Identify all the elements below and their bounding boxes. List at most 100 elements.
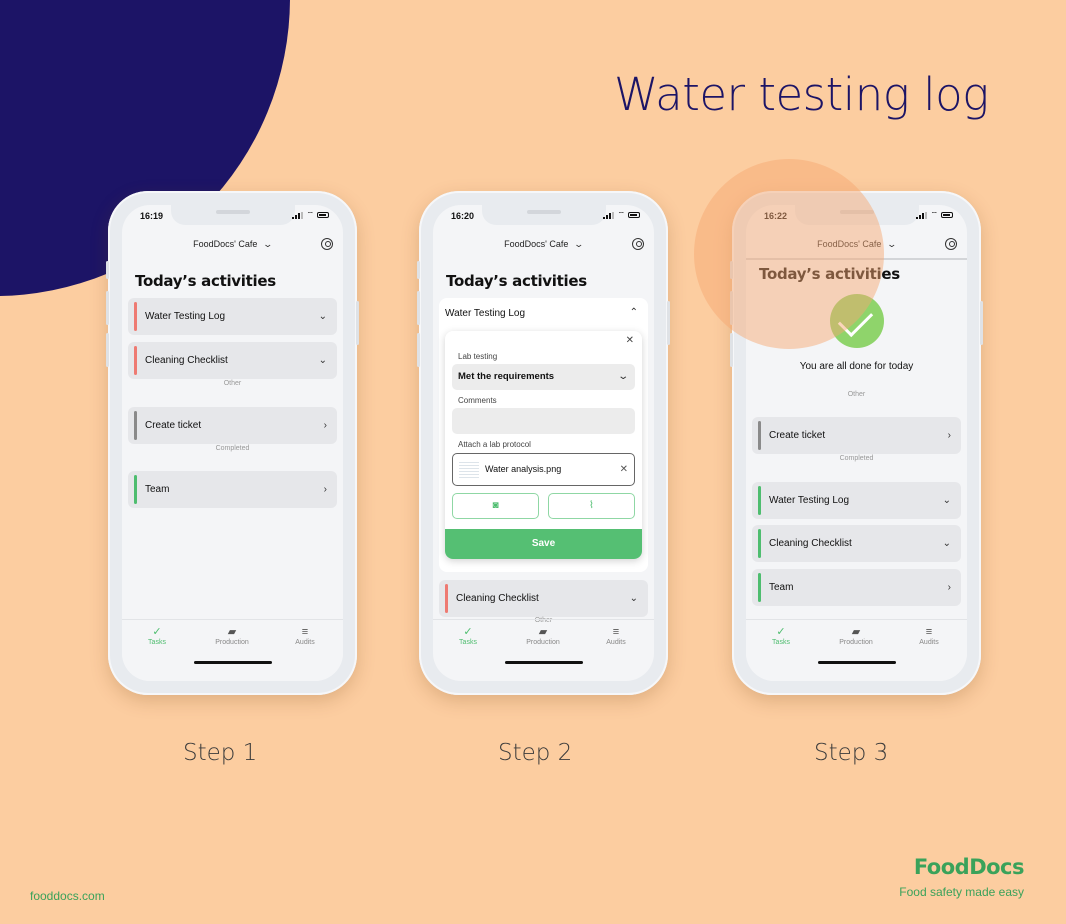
- chevron-down-icon: ⌄: [886, 239, 898, 249]
- lab-testing-value: Met the requirements: [458, 371, 555, 382]
- home-indicator: [193, 661, 272, 664]
- signal-icon: [292, 211, 304, 219]
- activities-heading: Today’s activities: [135, 272, 276, 290]
- wifi-icon: ⌔: [306, 210, 314, 219]
- brand-tagline: Food safety made easy: [899, 885, 1024, 899]
- task-item[interactable]: Team ›: [752, 569, 961, 606]
- tab-label: Tasks: [459, 639, 477, 646]
- venue-selector[interactable]: FoodDocs' Cafe ⌄: [122, 229, 343, 259]
- task-label: Cleaning Checklist: [769, 538, 852, 549]
- tab-tasks[interactable]: ✓ Tasks: [438, 626, 498, 646]
- profile-icon[interactable]: [632, 238, 644, 250]
- task-item[interactable]: Team ›: [128, 471, 337, 508]
- chevron-right-icon: ›: [947, 430, 951, 441]
- phone-screen: 16:20 ⌔ FoodDocs' Cafe ⌄ Today’s activiti…: [433, 205, 654, 681]
- save-button[interactable]: Save: [445, 529, 642, 559]
- phone-screen: 16:19 ⌔ FoodDocs' Cafe ⌄ Today’s activiti…: [122, 205, 343, 681]
- production-icon: ▰: [851, 626, 861, 638]
- profile-icon[interactable]: [321, 238, 333, 250]
- lab-testing-select[interactable]: Met the requirements ⌄: [452, 364, 635, 390]
- side-button: [730, 261, 733, 279]
- check-icon: ✓: [152, 626, 162, 638]
- remove-file-icon[interactable]: ✕: [620, 454, 628, 485]
- tab-tasks[interactable]: ✓ Tasks: [751, 626, 811, 646]
- tab-audits[interactable]: ≡ Audits: [586, 626, 646, 646]
- lab-testing-label: Lab testing: [458, 352, 498, 361]
- tab-production[interactable]: ▰ Production: [513, 626, 573, 646]
- side-button: [356, 301, 359, 345]
- task-label: Create ticket: [769, 430, 826, 441]
- phone-step-1: 16:19 ⌔ FoodDocs' Cafe ⌄ Today’s activiti…: [106, 191, 359, 695]
- tab-audits[interactable]: ≡ Audits: [899, 626, 959, 646]
- task-item[interactable]: Water Testing Log ⌄: [752, 482, 961, 519]
- side-button: [667, 301, 670, 345]
- battery-icon: [628, 212, 640, 218]
- task-item[interactable]: Cleaning Checklist ⌄: [128, 342, 337, 379]
- task-item[interactable]: Create ticket ›: [128, 407, 337, 444]
- brand-logo: FoodDocs: [913, 855, 1025, 879]
- task-form: ✕ Lab testing Met the requirements ⌄ Com…: [445, 331, 642, 559]
- task-item[interactable]: Cleaning Checklist ⌄: [752, 525, 961, 562]
- close-icon[interactable]: ✕: [626, 335, 634, 346]
- chevron-right-icon: ›: [323, 420, 327, 431]
- chevron-down-icon: ⌄: [318, 311, 327, 322]
- section-other: Other: [223, 380, 242, 387]
- phone-screen: 16:22 ⌔ FoodDocs' Cafe ⌄ Today’s activiti…: [746, 205, 967, 681]
- chevron-down-icon: ⌄: [573, 239, 585, 249]
- tab-production[interactable]: ▰ Production: [202, 626, 262, 646]
- status-icons: ⌔: [916, 211, 953, 219]
- venue-name: FoodDocs' Cafe: [817, 239, 882, 249]
- venue-selector[interactable]: FoodDocs' Cafe ⌄: [433, 229, 654, 259]
- home-indicator: [504, 661, 583, 664]
- chevron-down-icon: ⌄: [318, 355, 327, 366]
- side-button: [417, 261, 420, 279]
- page-title: Water testing log: [614, 68, 989, 121]
- task-item[interactable]: Create ticket ›: [752, 417, 961, 454]
- task-item[interactable]: Water Testing Log ⌄: [128, 298, 337, 335]
- tab-label: Audits: [295, 639, 315, 646]
- expanded-task: Water Testing Log ⌃ ✕ Lab testing Met th…: [439, 298, 648, 572]
- chevron-down-icon: ⌄: [942, 495, 951, 506]
- status-bar: [758, 421, 761, 450]
- comments-label: Comments: [458, 396, 497, 405]
- status-icons: ⌔: [292, 211, 329, 219]
- audits-icon: ≡: [301, 626, 309, 638]
- audits-icon: ≡: [612, 626, 620, 638]
- status-time: 16:22: [764, 211, 788, 221]
- tab-audits[interactable]: ≡ Audits: [275, 626, 335, 646]
- chevron-up-icon[interactable]: ⌃: [630, 307, 638, 318]
- section-other: Other: [847, 391, 866, 398]
- task-label[interactable]: Water Testing Log: [445, 308, 525, 319]
- file-name: Water analysis.png: [485, 464, 562, 474]
- activities-heading: Today’s activities: [759, 265, 900, 283]
- attached-file: Water analysis.png ✕: [452, 453, 635, 486]
- status-bar: [134, 346, 137, 375]
- tab-bar: ✓ Tasks ▰ Production ≡ Audits: [433, 619, 654, 681]
- chevron-down-icon: ⌄: [942, 538, 951, 549]
- production-icon: ▰: [538, 626, 548, 638]
- venue-selector[interactable]: FoodDocs' Cafe ⌄: [746, 229, 967, 259]
- side-button: [417, 291, 420, 325]
- task-item[interactable]: Cleaning Checklist ⌄: [439, 580, 648, 617]
- file-thumbnail: [459, 460, 479, 480]
- status-time: 16:20: [451, 211, 475, 221]
- audits-icon: ≡: [925, 626, 933, 638]
- status-bar: [758, 529, 761, 558]
- chevron-right-icon: ›: [323, 484, 327, 495]
- tab-production[interactable]: ▰ Production: [826, 626, 886, 646]
- tab-tasks[interactable]: ✓ Tasks: [127, 626, 187, 646]
- attach-button[interactable]: ⌇: [548, 493, 635, 519]
- status-time: 16:19: [140, 211, 164, 221]
- chevron-down-icon: ⌄: [262, 239, 274, 249]
- side-button: [417, 333, 420, 367]
- profile-icon[interactable]: [945, 238, 957, 250]
- status-bar: [758, 486, 761, 515]
- done-check-icon: [829, 294, 884, 348]
- comments-input[interactable]: [452, 408, 635, 434]
- camera-button[interactable]: ◙: [452, 493, 539, 519]
- wifi-icon: ⌔: [930, 210, 938, 219]
- check-icon: ✓: [463, 626, 473, 638]
- signal-icon: [603, 211, 615, 219]
- website-link[interactable]: fooddocs.com: [30, 889, 105, 903]
- production-icon: ▰: [227, 626, 237, 638]
